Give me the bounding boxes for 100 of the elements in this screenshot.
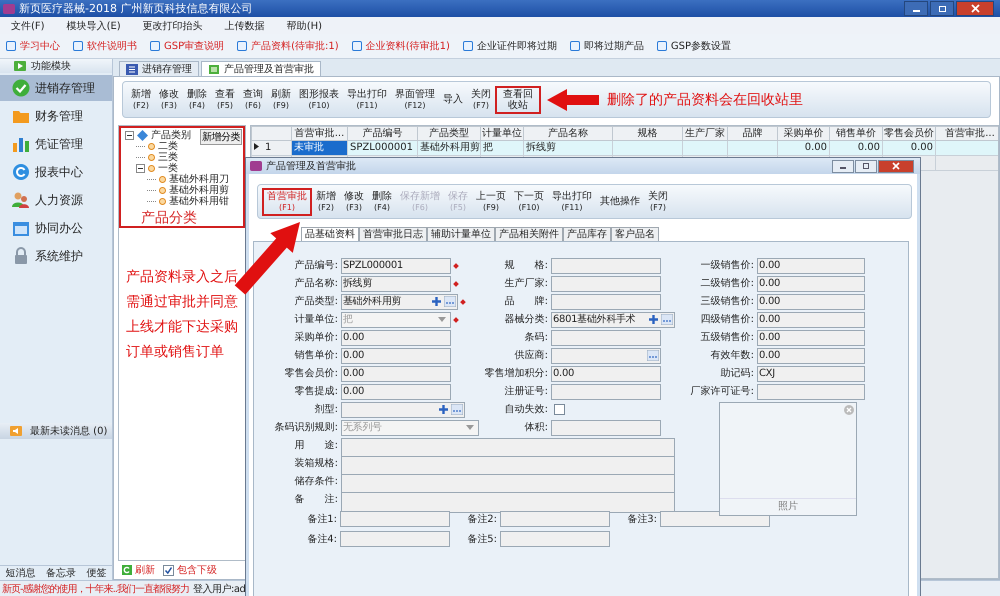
quick-link[interactable]: 学习中心 — [6, 39, 60, 53]
refresh-link[interactable]: 刷新 — [122, 563, 155, 577]
toolbar-button[interactable]: 修改 (F3) — [155, 86, 183, 112]
toolbar-button[interactable]: 下一页 (F10) — [510, 188, 548, 214]
tree-node[interactable]: 二类 — [136, 141, 178, 152]
tab[interactable]: 品基础资料 — [301, 227, 359, 241]
quick-link[interactable]: 企业资料(待审批1) — [352, 39, 450, 53]
toolbar-button[interactable]: 导出打印 (F11) — [548, 188, 596, 214]
input-field[interactable] — [340, 531, 450, 547]
toolbar-button[interactable]: 新增 (F2) — [312, 188, 340, 214]
tree-node[interactable]: 产品类别 — [125, 130, 191, 141]
plus-icon[interactable] — [648, 314, 659, 325]
close-button[interactable] — [956, 1, 994, 16]
tab[interactable]: 客户品名 — [611, 227, 659, 241]
input-field[interactable] — [340, 511, 450, 527]
collapse-icon[interactable] — [125, 131, 134, 140]
tree-node[interactable]: 基础外科用刀 — [147, 174, 229, 185]
sidebar-item[interactable]: 凭证管理 — [0, 131, 112, 157]
column-header[interactable]: 计量单位 — [480, 126, 524, 140]
input-field[interactable]: 6801基础外科手术 — [551, 312, 675, 328]
input-field[interactable]: 0.00 — [341, 366, 451, 382]
tab[interactable]: 辅助计量单位 — [427, 227, 495, 241]
bottom-tab[interactable]: 便签 — [86, 566, 107, 580]
toolbar-button[interactable]: 查看回收站 — [495, 86, 541, 114]
quick-link[interactable]: GSP参数设置 — [656, 39, 731, 53]
input-field[interactable]: 0.00 — [341, 330, 451, 346]
input-field[interactable]: 0.00 — [757, 276, 865, 292]
text-area[interactable] — [341, 492, 675, 513]
column-header[interactable]: 规格 — [612, 126, 682, 140]
toolbar-button[interactable]: 查询 (F6) — [239, 86, 267, 112]
tree-node[interactable]: 一类 — [136, 163, 178, 174]
message-bar[interactable]: 最新未读消息 (0) — [0, 423, 112, 439]
tab[interactable]: 产品相关附件 — [495, 227, 563, 241]
input-field[interactable] — [500, 511, 610, 527]
sidebar-item[interactable]: 协同办公 — [0, 215, 112, 241]
toolbar-button[interactable]: 删除 (F4) — [183, 86, 211, 112]
close-button[interactable] — [878, 160, 914, 172]
plus-icon[interactable] — [431, 296, 442, 307]
toolbar-button[interactable]: 删除 (F4) — [368, 188, 396, 214]
close-icon[interactable] — [844, 405, 854, 415]
menu-item[interactable]: 上传数据 — [214, 18, 276, 32]
more-icon[interactable] — [451, 404, 463, 415]
toolbar-button[interactable]: 上一页 (F9) — [472, 188, 510, 214]
add-category-button[interactable]: 新增分类 — [200, 129, 242, 145]
column-header[interactable]: 品牌 — [728, 126, 778, 140]
input-field[interactable]: 0.00 — [757, 312, 865, 328]
input-field[interactable] — [551, 348, 661, 364]
sidebar-item[interactable]: 人力资源 — [0, 187, 112, 213]
sidebar-item[interactable]: 报表中心 — [0, 159, 112, 185]
input-field[interactable] — [551, 330, 661, 346]
menu-item[interactable]: 更改打印抬头 — [132, 18, 214, 32]
input-field[interactable]: 0.00 — [757, 330, 865, 346]
bottom-tab[interactable]: 短消息 — [5, 566, 36, 580]
input-field[interactable] — [551, 420, 661, 436]
minimize-button[interactable] — [904, 1, 928, 16]
toolbar-button[interactable]: 导入 — [439, 92, 467, 107]
input-field[interactable]: 拆线剪 — [341, 276, 451, 292]
bottom-tab[interactable]: 备忘录 — [46, 566, 76, 580]
toolbar-button[interactable]: 图形报表 (F10) — [295, 86, 343, 112]
toolbar-button[interactable]: 首营审批 (F1) — [262, 188, 312, 216]
toolbar-button[interactable]: 查看 (F5) — [211, 86, 239, 112]
toolbar-button[interactable]: 新增 (F2) — [127, 86, 155, 112]
include-subcategories-checkbox[interactable]: 包含下级 — [163, 563, 217, 577]
restore-button[interactable] — [930, 1, 954, 16]
input-field[interactable] — [341, 402, 465, 418]
more-icon[interactable] — [647, 350, 659, 361]
quick-link[interactable]: 即将过期产品 — [570, 39, 644, 53]
input-field[interactable]: 基础外科用剪 — [341, 294, 458, 310]
column-header[interactable]: 销售单价 — [830, 126, 882, 140]
input-field[interactable] — [551, 384, 661, 400]
sidebar-item[interactable]: 系统维护 — [0, 243, 112, 269]
input-field[interactable]: 0.00 — [341, 348, 451, 364]
tab[interactable]: 产品管理及首营审批 — [201, 61, 321, 76]
row-header[interactable]: 1 — [252, 140, 292, 156]
toolbar-button[interactable]: 界面管理 (F12) — [391, 86, 439, 112]
tab[interactable]: 首营审批日志 — [359, 227, 427, 241]
tree-node[interactable]: 基础外科用剪 — [147, 185, 229, 196]
collapse-icon[interactable] — [136, 164, 145, 173]
sidebar-item[interactable]: 进销存管理 — [0, 75, 112, 101]
tree-node[interactable]: 三类 — [136, 152, 178, 163]
input-field[interactable]: 0.00 — [757, 258, 865, 274]
input-field[interactable]: CXJ — [757, 366, 865, 382]
minimize-button[interactable] — [832, 160, 854, 172]
column-header[interactable]: 零售会员价 — [882, 126, 936, 140]
more-icon[interactable] — [661, 314, 673, 325]
sidebar-item[interactable]: 财务管理 — [0, 103, 112, 129]
menu-item[interactable]: 帮助(H) — [276, 18, 334, 32]
input-field[interactable] — [551, 276, 661, 292]
quick-link[interactable]: 软件说明书 — [73, 39, 137, 53]
menu-item[interactable]: 模块导入(E) — [56, 18, 132, 32]
quick-link[interactable]: 产品资料(待审批:1) — [237, 39, 339, 53]
toolbar-button[interactable]: 其他操作 — [596, 194, 644, 209]
toolbar-button[interactable]: 修改 (F3) — [340, 188, 368, 214]
quick-link[interactable]: 企业证件即将过期 — [462, 39, 557, 53]
input-field[interactable] — [757, 384, 865, 400]
more-icon[interactable] — [444, 296, 456, 307]
caret-icon[interactable] — [466, 425, 474, 430]
input-field[interactable]: 0.00 — [757, 294, 865, 310]
input-field[interactable]: 0.00 — [341, 384, 451, 400]
tab[interactable]: 产品库存 — [563, 227, 611, 241]
